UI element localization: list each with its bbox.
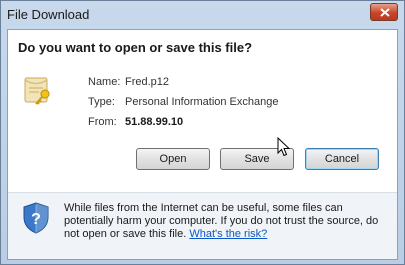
open-button[interactable]: Open <box>136 148 210 170</box>
dialog-body: Do you want to open or save this file? N… <box>7 29 398 260</box>
warning-message: While files from the Internet can be use… <box>64 202 392 241</box>
window-title: File Download <box>7 7 90 22</box>
dialog-question: Do you want to open or save this file? <box>18 40 253 55</box>
svg-text:?: ? <box>31 211 41 228</box>
cancel-button[interactable]: Cancel <box>305 148 379 170</box>
from-label: From: <box>88 116 117 128</box>
certificate-file-icon <box>24 77 50 105</box>
security-shield-icon: ? <box>23 202 49 234</box>
file-download-dialog: File Download Do you want to open or sav… <box>0 0 405 265</box>
file-type-value: Personal Information Exchange <box>125 96 279 108</box>
type-label: Type: <box>88 96 115 108</box>
whats-the-risk-link[interactable]: What's the risk? <box>189 228 267 240</box>
name-label: Name: <box>88 76 121 88</box>
file-source-value: 51.88.99.10 <box>125 116 184 128</box>
mouse-cursor-icon <box>277 137 290 157</box>
file-name-value: Fred.p12 <box>125 76 170 88</box>
close-button[interactable] <box>370 3 398 21</box>
title-bar[interactable]: File Download <box>1 1 404 29</box>
security-warning-area: ? While files from the Internet can be u… <box>8 192 397 259</box>
close-icon <box>380 8 390 17</box>
